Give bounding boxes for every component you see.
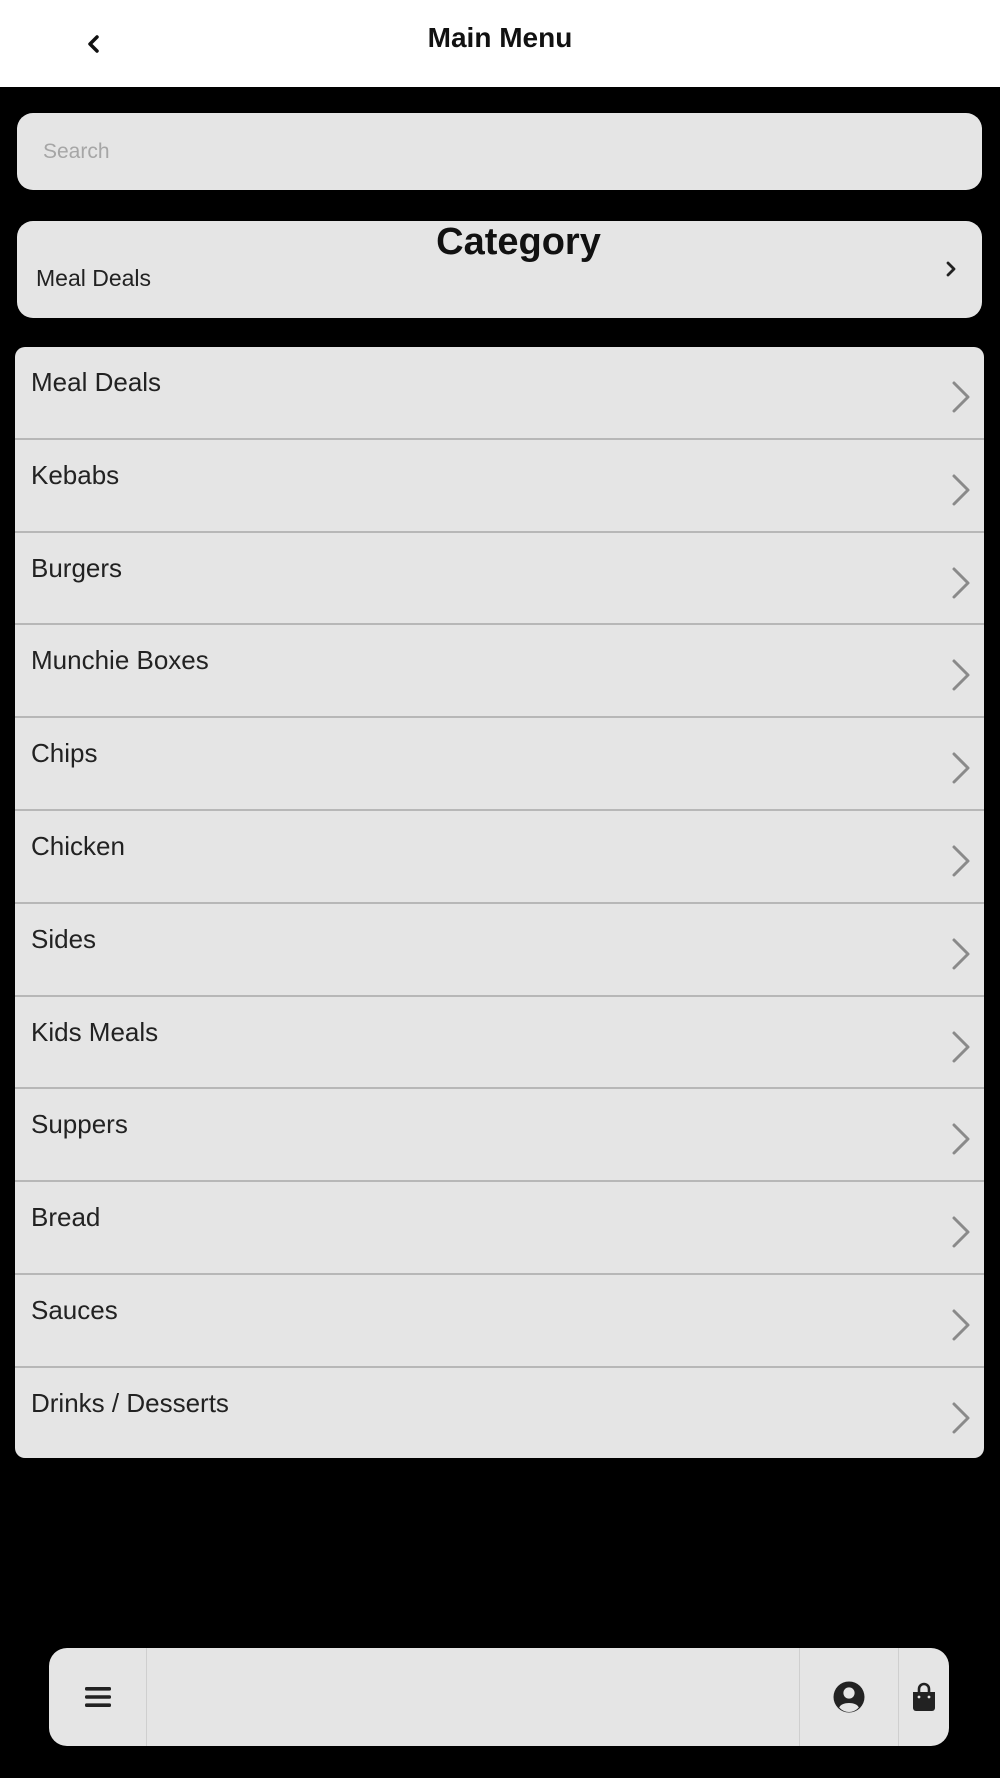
list-item-label: Burgers: [31, 552, 123, 583]
list-item[interactable]: Sauces: [15, 1275, 984, 1368]
cart-button[interactable]: [899, 1648, 949, 1746]
list-item-label: Munchie Boxes: [31, 645, 209, 676]
list-item[interactable]: Bread: [15, 1182, 984, 1275]
list-item-label: Kebabs: [31, 459, 120, 490]
list-item-label: Drinks / Desserts: [31, 1387, 229, 1418]
list-item-label: Bread: [31, 1202, 101, 1233]
user-circle-icon: [833, 1681, 865, 1713]
menu-category-list: Meal Deals Kebabs Burgers Munchie Boxes Chip…: [15, 347, 984, 1458]
hamburger-menu-icon: [84, 1687, 111, 1707]
list-item[interactable]: Meal Deals: [15, 347, 984, 440]
list-item[interactable]: Suppers: [15, 1089, 984, 1183]
shopping-bag-icon: [913, 1682, 935, 1711]
chevron-right-icon: [952, 1402, 970, 1434]
chevron-right-icon: [952, 381, 970, 413]
chevron-right-icon: [952, 845, 970, 877]
chevron-right-icon: [946, 261, 956, 277]
chevron-right-icon: [952, 938, 970, 970]
search-input[interactable]: [17, 113, 982, 190]
chevron-right-icon: [952, 567, 970, 599]
category-selected-value: Meal Deals: [36, 265, 152, 291]
list-item[interactable]: Chips: [15, 718, 984, 811]
category-title: Category: [436, 221, 601, 263]
chevron-right-icon: [952, 1216, 970, 1248]
menu-button[interactable]: [49, 1648, 147, 1746]
list-item[interactable]: Burgers: [15, 533, 984, 626]
list-item-label: Meal Deals: [31, 367, 162, 397]
account-button[interactable]: [800, 1648, 899, 1746]
list-item[interactable]: Munchie Boxes: [15, 625, 984, 719]
chevron-right-icon: [952, 1123, 970, 1155]
chevron-right-icon: [952, 659, 970, 691]
bottom-bar-center: [147, 1648, 800, 1746]
bottom-navigation-bar: [49, 1648, 949, 1746]
list-item-label: Chicken: [31, 830, 125, 861]
category-selector[interactable]: Category Meal Deals: [17, 221, 982, 318]
list-item[interactable]: Sides: [15, 904, 984, 997]
list-item-label: Chips: [31, 738, 98, 769]
list-item[interactable]: Drinks / Desserts: [15, 1368, 984, 1458]
list-item-label: Sauces: [31, 1294, 118, 1325]
list-item-label: Sides: [31, 923, 97, 954]
list-item-label: Suppers: [31, 1109, 128, 1140]
chevron-right-icon: [952, 1031, 970, 1063]
list-item-label: Kids Meals: [31, 1016, 159, 1047]
list-item[interactable]: Kebabs: [15, 440, 984, 533]
page-title: Main Menu: [427, 22, 573, 53]
chevron-right-icon: [952, 752, 970, 784]
chevron-right-icon: [952, 1309, 970, 1341]
list-item[interactable]: Chicken: [15, 811, 984, 904]
list-item[interactable]: Kids Meals: [15, 997, 984, 1090]
chevron-right-icon: [952, 474, 970, 506]
top-header: Main Menu: [0, 0, 1000, 87]
